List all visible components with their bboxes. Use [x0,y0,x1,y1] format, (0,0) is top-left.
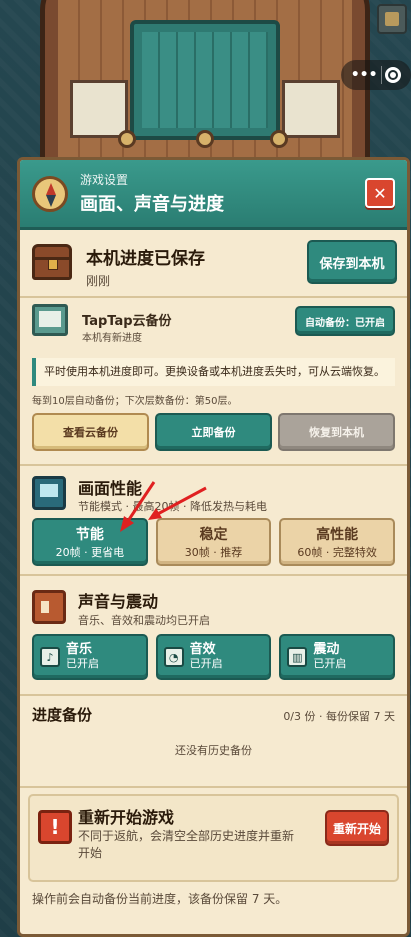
option-name: 节能 [75,527,104,543]
porthole [270,130,288,148]
restart-game-button[interactable]: 重新开始 [325,810,389,846]
toggle-state: 已开启 [66,657,99,670]
cloud-backup-header: TapTap云备份 本机有新进度 自动备份：已开启 [32,304,395,350]
header-text: 游戏设置 画面、声音与进度 [80,171,224,216]
sail-right [282,80,340,138]
vibration-toggle[interactable]: ▥ 震动 已开启 [279,634,396,680]
cloud-note: 平时使用本机进度即可。更换设备或本机进度丢失时，可从云端恢复。 [32,358,395,386]
restart-title: 重新开始游戏 [78,808,175,827]
taptap-cloud-icon [32,304,68,336]
sfx-icon: ◔ [163,647,184,667]
music-toggle[interactable]: ♪ 音乐 已开启 [32,634,148,680]
performance-desc: 节能模式 · 最高20帧 · 降低发热与耗电 [78,500,267,513]
cloud-backup-section: TapTap云备份 本机有新进度 自动备份：已开启 平时使用本机进度即可。更换设… [20,298,407,466]
performance-option-eco[interactable]: 节能 20帧 · 更省电 [32,518,148,566]
toggle-state: 已开启 [189,657,223,670]
chest-icon [32,244,72,280]
backup-now-button[interactable]: 立即备份 [155,413,272,451]
compass-icon [32,175,68,212]
toggle-state: 已开启 [313,657,347,670]
cloud-backup-info: 每到10层自动备份；下次层数备份：第50层。 [32,396,238,407]
sfx-toggle[interactable]: ◔ 音效 已开启 [155,634,272,680]
panel-header: 游戏设置 画面、声音与进度 ✕ [20,160,407,230]
sail-left [70,80,128,138]
toggle-name: 音乐 [66,642,93,657]
backup-title: 进度备份 [32,706,93,724]
option-detail: 60帧 · 完整特效 [297,546,377,559]
vibration-icon: ▥ [287,647,308,667]
auto-backup-toggle[interactable]: 自动备份：已开启 [295,306,395,336]
cloud-actions: 查看云备份 立即备份 恢复到本机 [32,413,395,451]
panel-title: 画面、声音与进度 [80,194,224,215]
warning-icon: ! [38,810,72,844]
backup-count: 0/3 份 · 每份保留 7 天 [283,710,395,723]
save-status-title: 本机进度已保存 [86,249,205,269]
toggle-name: 震动 [313,642,340,657]
option-detail: 30帧 · 推荐 [184,546,243,559]
porthole [196,130,214,148]
restore-to-local-button[interactable]: 恢复到本机 [278,413,395,451]
map-corner-button[interactable] [377,4,407,34]
sound-section: 声音与震动 音乐、音效和震动均已开启 ♪ 音乐 已开启 ◔ 音效 已开启 ▥ 震动已… [20,576,407,696]
mini-program-capsule: ••• [341,60,411,90]
restart-desc: 不同于返航，会清空全部历史进度并重新开始 [78,829,295,860]
settings-panel: 游戏设置 画面、声音与进度 ✕ 本机进度已保存 刚刚 保存到本机 TapTap云… [17,157,410,937]
save-to-local-button[interactable]: 保存到本机 [307,240,397,284]
performance-options: 节能 20帧 · 更省电 稳定 30帧 · 推荐 高性能 60帧 · 完整特效 [32,518,396,566]
sound-title: 声音与震动 [78,592,159,611]
backup-empty-message: 还没有历史备份 [175,744,252,757]
porthole [118,130,136,148]
performance-option-stable[interactable]: 稳定 30帧 · 推荐 [155,518,272,566]
performance-option-high[interactable]: 高性能 60帧 · 完整特效 [279,518,396,566]
close-button[interactable]: ✕ [365,178,395,208]
exit-icon[interactable] [385,67,402,83]
sound-desc: 音乐、音效和震动均已开启 [78,614,210,627]
toggle-name: 音效 [189,642,216,657]
option-name: 高性能 [316,527,359,543]
option-name: 稳定 [199,527,228,543]
progress-backup-section: 进度备份 0/3 份 · 每份保留 7 天 还没有历史备份 [20,696,407,788]
capsule-divider [380,66,382,84]
header-subtitle: 游戏设置 [80,173,129,187]
view-cloud-backup-button[interactable]: 查看云备份 [32,413,149,451]
restart-footer-note: 操作前会自动备份当前进度，该备份保留 7 天。 [32,892,288,906]
local-save-section: 本机进度已保存 刚刚 保存到本机 [20,230,407,298]
sound-toggles: ♪ 音乐 已开启 ◔ 音效 已开启 ▥ 震动 已开启 [32,634,396,680]
more-icon[interactable]: ••• [351,67,378,83]
performance-title: 画面性能 [78,479,143,498]
speaker-icon [32,590,66,624]
restart-card: ! 重新开始游戏 不同于返航，会清空全部历史进度并重新开始 重新开始 [28,794,399,882]
option-detail: 20帧 · 更省电 [55,546,125,559]
music-icon: ♪ [40,647,60,667]
ship-cabin [130,20,280,140]
performance-section: 画面性能 节能模式 · 最高20帧 · 降低发热与耗电 节能 20帧 · 更省电… [20,466,407,576]
monitor-icon [32,476,66,510]
save-time: 刚刚 [86,274,111,288]
